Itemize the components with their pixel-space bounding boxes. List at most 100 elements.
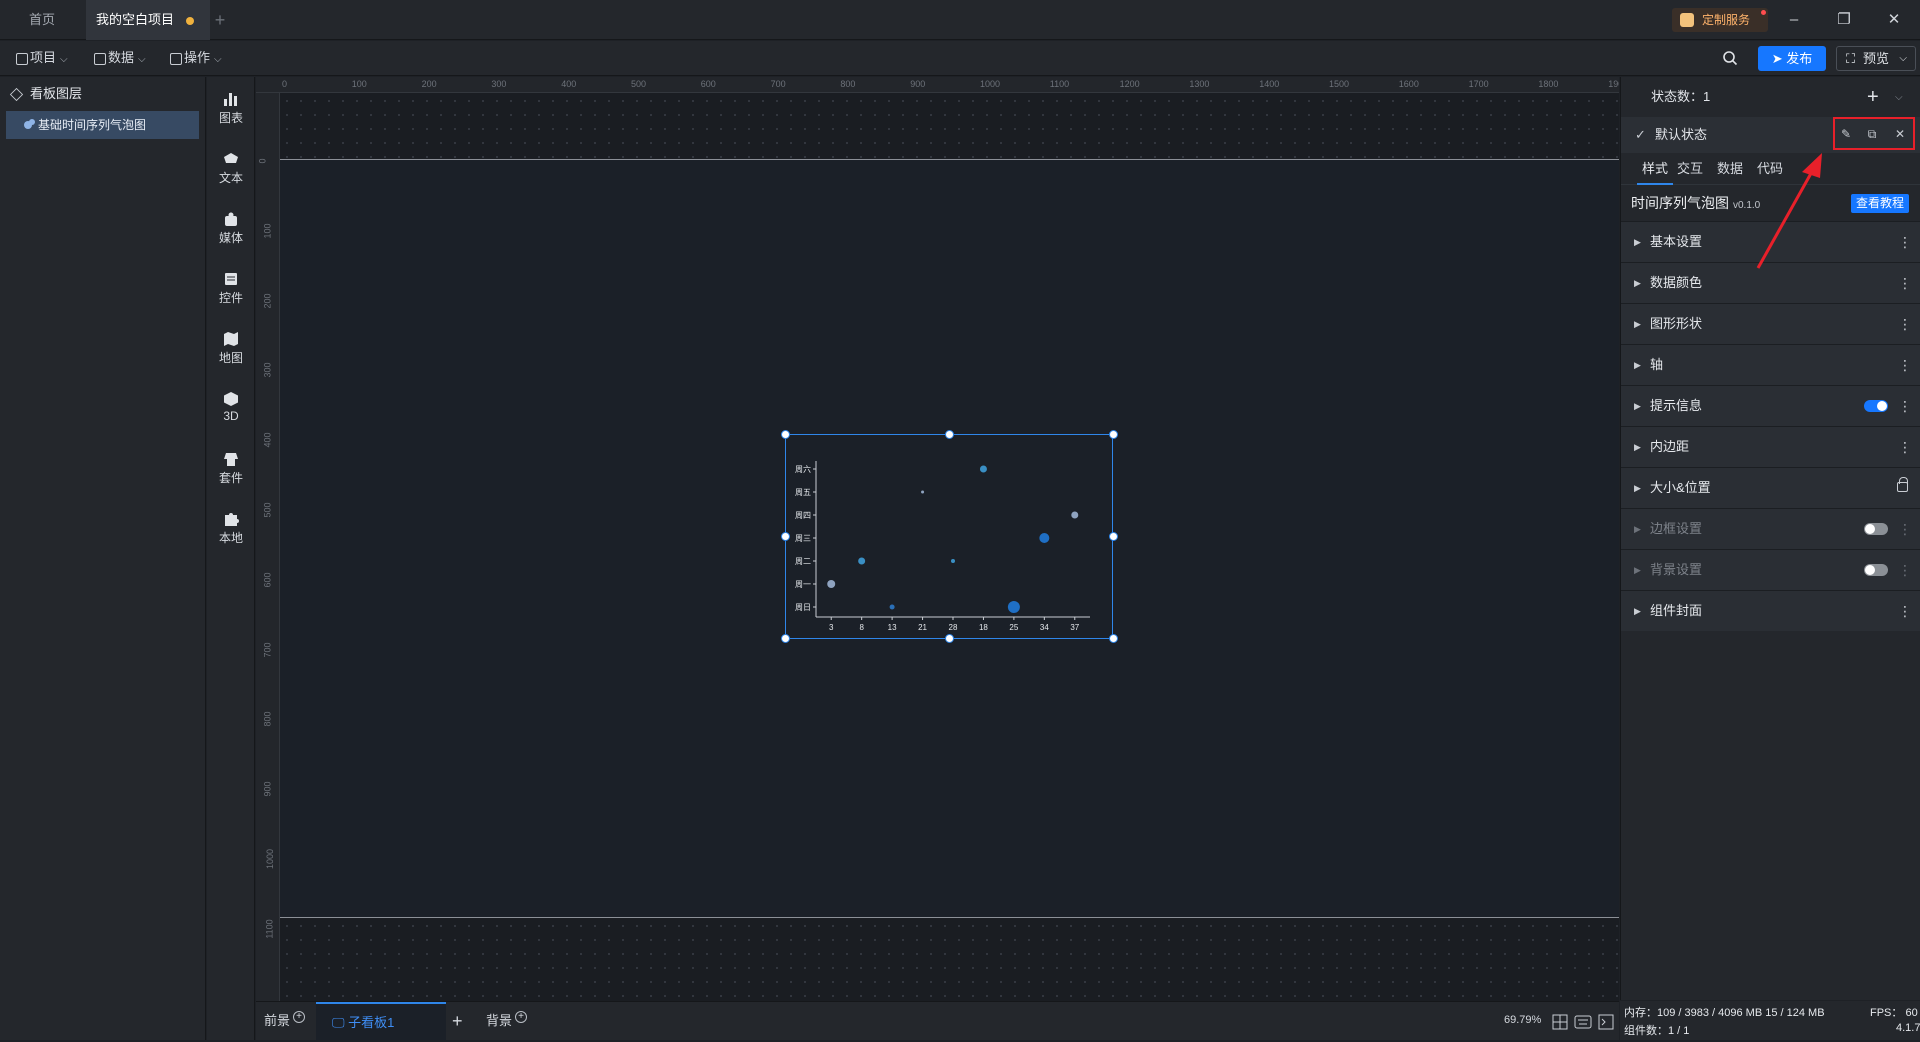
resize-handle[interactable] — [1109, 532, 1118, 541]
zoom-level[interactable]: 69.79% — [1504, 1014, 1541, 1026]
section-cover[interactable]: ▶ 组件封面 ⋮ — [1621, 590, 1920, 631]
more-vertical-icon[interactable]: ⋮ — [1898, 222, 1912, 262]
close-window-icon[interactable]: ✕ — [1874, 6, 1914, 34]
background-tab[interactable]: 背景 + — [486, 1002, 528, 1040]
section-label: 基本设置 — [1650, 234, 1703, 249]
menu-data-label: 数据 — [108, 50, 135, 65]
section-axis[interactable]: ▶ 轴 ⋮ — [1621, 344, 1920, 385]
resize-handle[interactable] — [945, 430, 954, 439]
layers-icon — [9, 87, 24, 102]
section-basic-settings[interactable]: ▶ 基本设置 ⋮ — [1621, 221, 1920, 262]
edit-icon[interactable]: ✎ — [1839, 127, 1853, 141]
publish-button[interactable]: ➤ 发布 — [1758, 46, 1826, 71]
border-toggle[interactable] — [1864, 523, 1888, 535]
resize-handle[interactable] — [945, 634, 954, 643]
tab-interaction[interactable]: 交互 — [1677, 153, 1703, 185]
minimize-icon[interactable]: – — [1774, 6, 1814, 34]
layer-item[interactable]: 基础时间序列气泡图 — [6, 111, 199, 139]
add-tab-button[interactable]: + — [208, 0, 232, 40]
section-tooltip[interactable]: ▶ 提示信息 ⋮ — [1621, 385, 1920, 426]
canvas-grid-bottom — [280, 919, 1619, 1001]
y-tick-label: 周日 — [795, 603, 811, 612]
section-background[interactable]: ▶ 背景设置 ⋮ — [1621, 549, 1920, 590]
section-padding[interactable]: ▶ 内边距 ⋮ — [1621, 426, 1920, 467]
publish-label: 发布 — [1786, 51, 1813, 66]
close-icon[interactable]: ✕ — [1893, 127, 1907, 141]
resize-handle[interactable] — [781, 634, 790, 643]
section-label: 图形形状 — [1650, 316, 1703, 331]
foreground-tab[interactable]: 前景 + — [264, 1002, 306, 1040]
main-toolbar: 项目 ⌵ 数据 ⌵ 操作 ⌵ ➤ 发布 预览 ⌵ ⛶ — [0, 41, 1920, 76]
search-icon[interactable] — [1722, 50, 1738, 66]
bubble-chart-widget[interactable]: 3 8 13 21 28 18 25 34 37 周日 周一 周二 周三 周四 周五 周六 — [781, 430, 1118, 643]
default-state-label: 默认状态 — [1655, 127, 1708, 142]
section-border[interactable]: ▶ 边框设置 ⋮ — [1621, 508, 1920, 549]
chevron-down-icon: ⌵ — [1899, 53, 1907, 64]
lock-icon[interactable] — [1897, 477, 1908, 492]
more-vertical-icon[interactable]: ⋮ — [1898, 591, 1912, 631]
y-tick-label: 周五 — [795, 488, 811, 497]
add-circle-icon[interactable]: + — [515, 1011, 528, 1023]
component-category-3d[interactable]: 3D — [207, 383, 255, 439]
menu-project[interactable]: 项目 ⌵ — [14, 41, 68, 75]
tab-data[interactable]: 数据 — [1717, 153, 1743, 185]
ruler-tick-label: 1800 — [1538, 79, 1559, 89]
tab-style[interactable]: 样式 — [1637, 153, 1673, 185]
resize-handle[interactable] — [1109, 634, 1118, 643]
more-vertical-icon[interactable]: ⋮ — [1898, 386, 1912, 426]
fit-screen-icon[interactable] — [1552, 1014, 1568, 1030]
section-data-color[interactable]: ▶ 数据颜色 ⋮ — [1621, 262, 1920, 303]
tab-my-blank-project[interactable]: 我的空白项目 — [86, 0, 210, 40]
component-category-kit[interactable]: 套件 — [207, 443, 255, 499]
tooltip-toggle[interactable] — [1864, 400, 1888, 412]
subboard-tab[interactable]: 🖵 子看板1 — [316, 1002, 446, 1040]
add-circle-icon[interactable]: + — [293, 1011, 306, 1023]
more-vertical-icon[interactable]: ⋮ — [1898, 509, 1912, 549]
component-category-map[interactable]: 地图 — [207, 323, 255, 379]
keyboard-icon[interactable] — [1574, 1015, 1592, 1029]
ruler-left: 0 100 200 300 400 500 600 700 800 900 1000 1100 — [256, 93, 280, 1001]
add-state-icon[interactable]: + — [1867, 77, 1879, 117]
x-tick-label: 8 — [859, 623, 864, 632]
tab-project-label: 我的空白项目 — [96, 12, 175, 27]
x-tick-label: 25 — [1009, 623, 1018, 632]
custom-service-button[interactable]: 定制服务 — [1672, 8, 1768, 32]
terminal-icon[interactable] — [1598, 1014, 1614, 1030]
ruler-tick-label: 1100 — [264, 919, 275, 939]
copy-icon[interactable]: ⧉ — [1865, 127, 1879, 141]
background-toggle[interactable] — [1864, 564, 1888, 576]
bubble-point — [1071, 511, 1079, 519]
layer-item-label: 基础时间序列气泡图 — [38, 118, 147, 132]
more-vertical-icon[interactable]: ⋮ — [1898, 427, 1912, 467]
resize-handle[interactable] — [1109, 430, 1118, 439]
menu-data[interactable]: 数据 ⌵ — [92, 41, 146, 75]
ruler-tick-label: 600 — [262, 572, 273, 588]
menu-operation[interactable]: 操作 ⌵ — [168, 41, 222, 75]
section-size-position[interactable]: ▶ 大小&位置 — [1621, 467, 1920, 508]
component-category-media[interactable]: 媒体 — [207, 203, 255, 259]
component-category-local[interactable]: 本地 — [207, 503, 255, 559]
more-vertical-icon[interactable]: ⋮ — [1898, 345, 1912, 385]
component-category-controls[interactable]: 控件 — [207, 263, 255, 319]
component-category-label: 3D — [223, 409, 239, 423]
chevron-down-icon[interactable]: ⌵ — [1895, 78, 1903, 118]
component-category-text[interactable]: 文本 — [207, 143, 255, 199]
resize-handle[interactable] — [781, 532, 790, 541]
more-vertical-icon[interactable]: ⋮ — [1898, 263, 1912, 303]
section-label: 数据颜色 — [1650, 275, 1703, 290]
resize-handle[interactable] — [781, 430, 790, 439]
component-category-chart[interactable]: 图表 — [207, 83, 255, 139]
preview-button[interactable]: 预览 ⌵ ⛶ — [1836, 46, 1916, 71]
tab-home[interactable]: 首页 — [0, 0, 84, 40]
y-tick-label: 周一 — [795, 580, 811, 589]
bubble-point — [827, 580, 836, 588]
chevron-down-icon: ⌵ — [214, 54, 222, 65]
restore-icon[interactable]: ❐ — [1824, 6, 1864, 34]
add-board-button[interactable]: + — [452, 1002, 463, 1040]
memory-status: 内存：109 / 3983 / 4096 MB 15 / 124 MB — [1624, 1007, 1825, 1019]
section-shape[interactable]: ▶ 图形形状 ⋮ — [1621, 303, 1920, 344]
more-vertical-icon[interactable]: ⋮ — [1898, 304, 1912, 344]
more-vertical-icon[interactable]: ⋮ — [1898, 550, 1912, 590]
tab-code[interactable]: 代码 — [1757, 153, 1783, 185]
view-tutorial-button[interactable]: 查看教程 — [1851, 194, 1909, 213]
